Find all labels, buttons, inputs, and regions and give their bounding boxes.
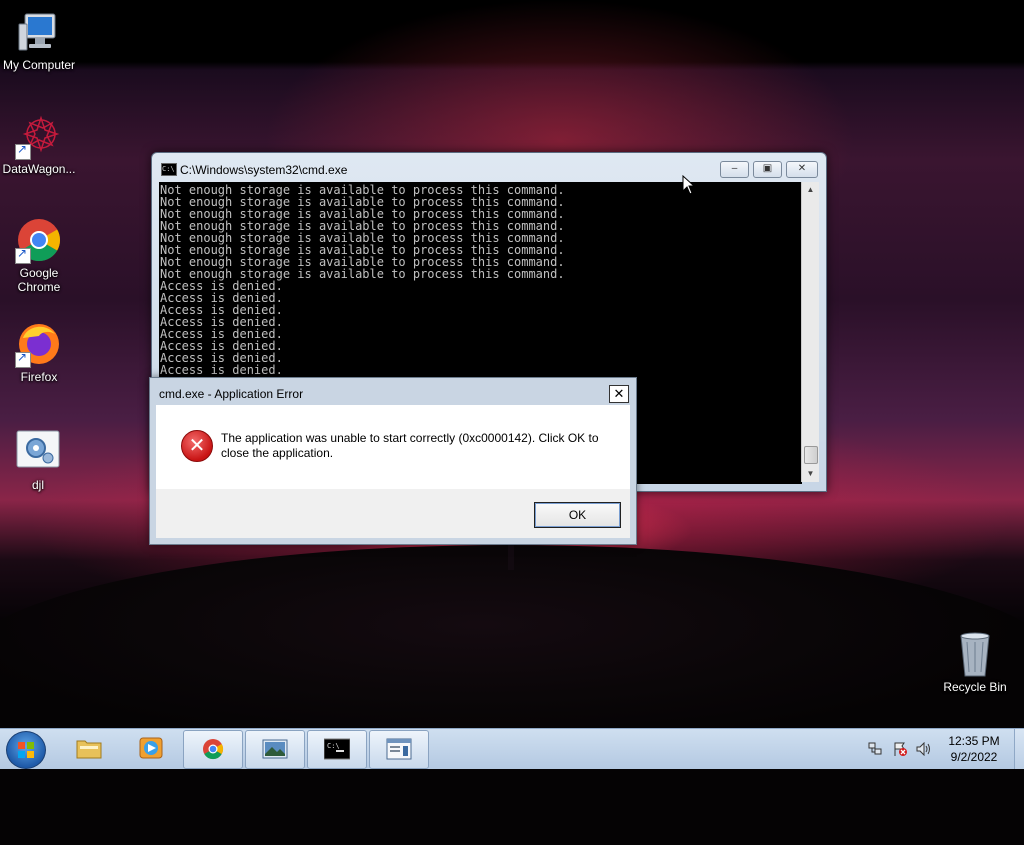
clock-time: 12:35 PM: [948, 734, 1000, 748]
taskbar-media-player[interactable]: [122, 730, 180, 767]
desktop-icon-label: My Computer: [2, 58, 76, 72]
desktop-icon-label: djl: [31, 478, 44, 492]
desktop-icon-recycle-bin[interactable]: Recycle Bin: [937, 630, 1013, 694]
chrome-icon: [203, 739, 224, 760]
taskbar-image-viewer[interactable]: [245, 730, 305, 769]
show-desktop-button[interactable]: [1014, 729, 1024, 769]
close-icon: ✕: [797, 163, 807, 174]
dialog-body: ✕ The application was unable to start co…: [156, 405, 630, 489]
vertical-scrollbar[interactable]: ▲ ▼: [801, 182, 819, 482]
cmd-window-title: C:\Windows\system32\cmd.exe: [180, 163, 348, 177]
ok-button[interactable]: OK: [534, 502, 621, 528]
console-line: Access is denied.: [160, 363, 283, 377]
taskbar: C:\ 12:35 PM 9/2/2022: [0, 728, 1024, 769]
desktop-icon-label: Google Chrome: [17, 266, 61, 294]
settings-app-icon: [14, 428, 62, 476]
scroll-down-icon[interactable]: ▼: [802, 466, 819, 482]
media-player-icon: [139, 737, 163, 759]
desktop-icon-label: Recycle Bin: [943, 680, 1007, 694]
desktop-icon-label: Firefox: [20, 370, 58, 384]
network-icon[interactable]: [868, 742, 882, 756]
clock-date: 9/2/2022: [950, 750, 998, 764]
desktop-icon-my-computer[interactable]: My Computer: [1, 8, 77, 72]
start-button[interactable]: [6, 731, 46, 769]
scrollbar-thumb[interactable]: [804, 446, 818, 464]
cmd-icon: C:\: [324, 738, 350, 760]
taskbar-application[interactable]: [369, 730, 429, 769]
taskbar-chrome[interactable]: [183, 730, 243, 769]
scroll-up-icon[interactable]: ▲: [802, 182, 819, 198]
cmd-icon: C:\: [161, 163, 177, 176]
application-error-dialog[interactable]: cmd.exe - Application Error ✕ ✕ The appl…: [149, 377, 637, 545]
desktop-icon-label: DataWagon...: [2, 162, 76, 176]
console-lines: Not enough storage is available to proce…: [160, 184, 802, 376]
dialog-message: The application was unable to start corr…: [221, 431, 599, 460]
taskbar-cmd[interactable]: C:\: [307, 730, 367, 769]
shortcut-arrow-icon: [15, 246, 31, 264]
datawagon-icon: [15, 112, 63, 160]
dialog-close-button[interactable]: ✕: [609, 385, 629, 403]
desktop-icon-djl[interactable]: djl: [0, 428, 76, 492]
action-center-flag-icon[interactable]: [892, 741, 908, 757]
chrome-icon: [15, 216, 63, 264]
dialog-footer: OK: [156, 489, 630, 538]
desktop-icon-firefox[interactable]: Firefox: [1, 320, 77, 384]
taskbar-clock[interactable]: 12:35 PM 9/2/2022: [938, 733, 1010, 765]
maximize-button[interactable]: ▣: [753, 161, 782, 178]
folder-icon: [76, 740, 102, 759]
computer-icon: [15, 8, 63, 56]
mouse-cursor-icon: [682, 175, 696, 195]
close-button[interactable]: ✕: [786, 161, 818, 178]
image-viewer-icon: [262, 739, 288, 759]
firefox-icon: [15, 320, 63, 368]
shortcut-arrow-icon: [15, 142, 31, 160]
desktop-icon-datawagon[interactable]: DataWagon...: [1, 112, 77, 176]
close-icon: ✕: [613, 386, 625, 401]
volume-icon[interactable]: [916, 742, 932, 756]
taskbar-file-explorer[interactable]: [60, 730, 118, 767]
app-window-icon: [386, 738, 412, 760]
desktop-icon-chrome[interactable]: Google Chrome: [1, 216, 77, 294]
minimize-button[interactable]: –: [720, 161, 749, 178]
error-icon: ✕: [181, 430, 213, 462]
recycle-bin-icon: [951, 630, 999, 678]
minimize-icon: –: [731, 163, 738, 174]
wallpaper-hill: [0, 545, 1024, 845]
windows-logo-icon: [18, 742, 34, 758]
svg-text:C:\: C:\: [327, 742, 340, 750]
maximize-icon: ▣: [762, 163, 773, 174]
shortcut-arrow-icon: [15, 350, 31, 368]
dialog-title: cmd.exe - Application Error: [159, 387, 304, 401]
